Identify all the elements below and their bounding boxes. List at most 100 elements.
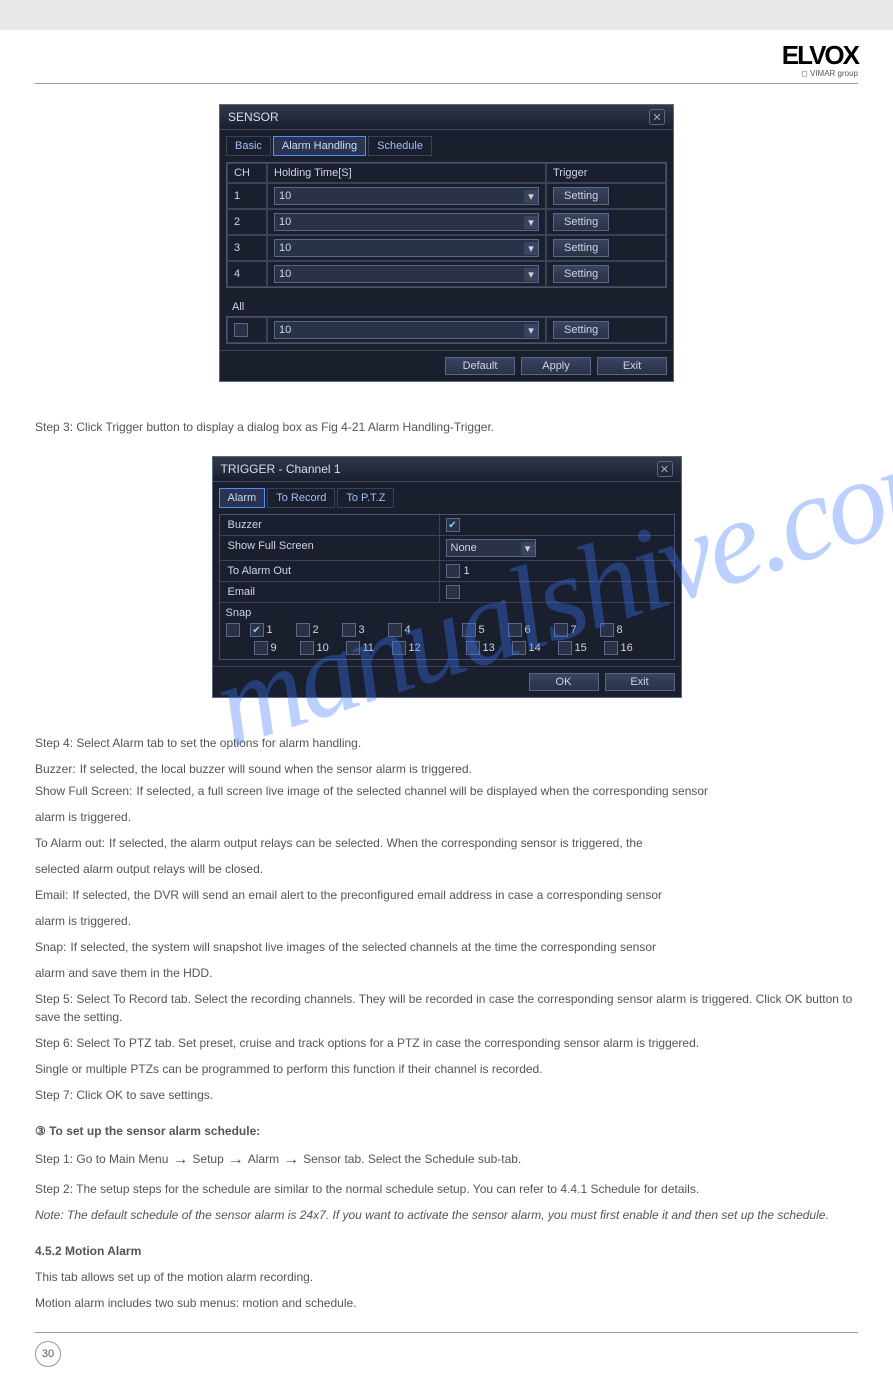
snap-item: 7	[554, 623, 590, 637]
fullscreen-select[interactable]: None▾	[446, 539, 536, 557]
email-label: Email	[220, 582, 440, 602]
alarm-out-label: To Alarm Out	[220, 561, 440, 581]
setting-button[interactable]: Setting	[553, 187, 609, 205]
snap-item: 11	[346, 641, 382, 655]
step6b-text: Single or multiple PTZs can be programme…	[35, 1060, 858, 1078]
snap-checkbox[interactable]	[466, 641, 480, 655]
snap-item: 14	[512, 641, 548, 655]
arrow-icon: →	[168, 1151, 192, 1168]
snap-checkbox[interactable]	[512, 641, 526, 655]
snap-item: 15	[558, 641, 594, 655]
trigger-window: TRIGGER - Channel 1 ✕ Alarm To Record To…	[212, 456, 682, 698]
all-setting-button[interactable]: Setting	[553, 321, 609, 339]
motion-txt: Motion alarm includes two sub menus: mot…	[35, 1294, 858, 1312]
figure-caption-1: Fig 4-20 Alarm Configuration-Sensor-Alar…	[219, 386, 674, 398]
snap-checkbox[interactable]	[604, 641, 618, 655]
tab-to-record[interactable]: To Record	[267, 488, 335, 508]
hold-select[interactable]: 10▾	[274, 265, 539, 283]
setting-button[interactable]: Setting	[553, 239, 609, 257]
ch-num: 4	[227, 261, 267, 287]
close-icon[interactable]: ✕	[649, 109, 665, 125]
tab-basic[interactable]: Basic	[226, 136, 271, 156]
snap-toggle[interactable]	[226, 623, 240, 637]
email-doc-text2: alarm is triggered.	[35, 912, 858, 930]
motion-heading: 4.5.2 Motion Alarm	[35, 1242, 858, 1260]
alarmout-doc-label: To Alarm out:	[35, 834, 105, 852]
snap-number: 11	[363, 642, 374, 654]
snap-checkbox[interactable]	[254, 641, 268, 655]
snap-item: 8	[600, 623, 636, 637]
snap-number: 15	[575, 642, 587, 654]
chevron-down-icon: ▾	[524, 268, 538, 281]
fullscreen-doc-label: Show Full Screen:	[35, 782, 132, 800]
chevron-down-icon: ▾	[524, 216, 538, 229]
exit-button[interactable]: Exit	[597, 357, 667, 375]
snap-checkbox[interactable]	[508, 623, 522, 637]
trigger-title: TRIGGER - Channel 1	[221, 462, 341, 476]
tab-to-ptz[interactable]: To P.T.Z	[337, 488, 394, 508]
footer-divider	[35, 1332, 858, 1333]
email-doc-label: Email:	[35, 886, 68, 904]
buzzer-doc-label: Buzzer:	[35, 760, 76, 778]
ch-num: 3	[227, 235, 267, 261]
snap-number: 4	[405, 624, 411, 636]
snap-doc-text: If selected, the system will snapshot li…	[70, 938, 656, 956]
exit-button[interactable]: Exit	[605, 673, 675, 691]
snap-number: 2	[313, 624, 319, 636]
all-checkbox[interactable]	[234, 323, 248, 337]
snap-item: 3	[342, 623, 378, 637]
alarmout-doc-text2: selected alarm output relays will be clo…	[35, 860, 858, 878]
ok-button[interactable]: OK	[529, 673, 599, 691]
tab-alarm-handling[interactable]: Alarm Handling	[273, 136, 366, 156]
step4-text: Step 4: Select Alarm tab to set the opti…	[35, 734, 858, 752]
snap-number: 8	[617, 624, 623, 636]
page-number: 30	[35, 1341, 61, 1367]
all-label: All	[226, 298, 667, 316]
email-checkbox[interactable]	[446, 585, 460, 599]
step3-text: Step 3: Click Trigger button to display …	[35, 418, 858, 436]
snap-number: 13	[483, 642, 495, 654]
default-button[interactable]: Default	[445, 357, 515, 375]
snap-item: 4	[388, 623, 424, 637]
snap-number: 1	[267, 624, 273, 636]
sched-step2: Step 2: The setup steps for the schedule…	[35, 1180, 858, 1198]
snap-number: 10	[317, 642, 329, 654]
logo-area: ELVOX ◻ VIMAR group	[0, 30, 893, 83]
setting-button[interactable]: Setting	[553, 265, 609, 283]
figure-caption-2: Fig 4-21 Alarm Handling-Trigger	[212, 702, 682, 714]
schedule-heading: ③ To set up the sensor alarm schedule:	[35, 1122, 858, 1140]
hold-select[interactable]: 10▾	[274, 239, 539, 257]
snap-checkbox[interactable]	[558, 641, 572, 655]
tab-alarm[interactable]: Alarm	[219, 488, 266, 508]
snap-item: 13	[466, 641, 502, 655]
snap-checkbox[interactable]	[346, 641, 360, 655]
chevron-down-icon: ▾	[524, 242, 538, 255]
apply-button[interactable]: Apply	[521, 357, 591, 375]
snap-checkbox[interactable]	[392, 641, 406, 655]
hold-select[interactable]: 10▾	[274, 187, 539, 205]
ch-num: 1	[227, 183, 267, 209]
all-hold-select[interactable]: 10▾	[274, 321, 539, 339]
step5-text: Step 5: Select To Record tab. Select the…	[35, 990, 858, 1026]
snap-checkbox[interactable]	[554, 623, 568, 637]
fullscreen-doc-text: If selected, a full screen live image of…	[136, 782, 708, 800]
snap-checkbox[interactable]	[462, 623, 476, 637]
snap-checkbox[interactable]	[600, 623, 614, 637]
buzzer-checkbox[interactable]: ✔	[446, 518, 460, 532]
chevron-down-icon: ▾	[521, 542, 535, 555]
snap-checkbox[interactable]: ✔	[250, 623, 264, 637]
fullscreen-label: Show Full Screen	[220, 536, 440, 560]
snap-checkbox[interactable]	[296, 623, 310, 637]
snap-item: ✔1	[250, 623, 286, 637]
header-ch: CH	[227, 163, 267, 183]
close-icon[interactable]: ✕	[657, 461, 673, 477]
chevron-down-icon: ▾	[524, 324, 538, 337]
hold-select[interactable]: 10▾	[274, 213, 539, 231]
snap-checkbox[interactable]	[342, 623, 356, 637]
snap-checkbox[interactable]	[300, 641, 314, 655]
setting-button[interactable]: Setting	[553, 213, 609, 231]
snap-checkbox[interactable]	[388, 623, 402, 637]
tab-schedule[interactable]: Schedule	[368, 136, 432, 156]
motion-sub: This tab allows set up of the motion ala…	[35, 1268, 858, 1286]
alarm-out-checkbox[interactable]	[446, 564, 460, 578]
